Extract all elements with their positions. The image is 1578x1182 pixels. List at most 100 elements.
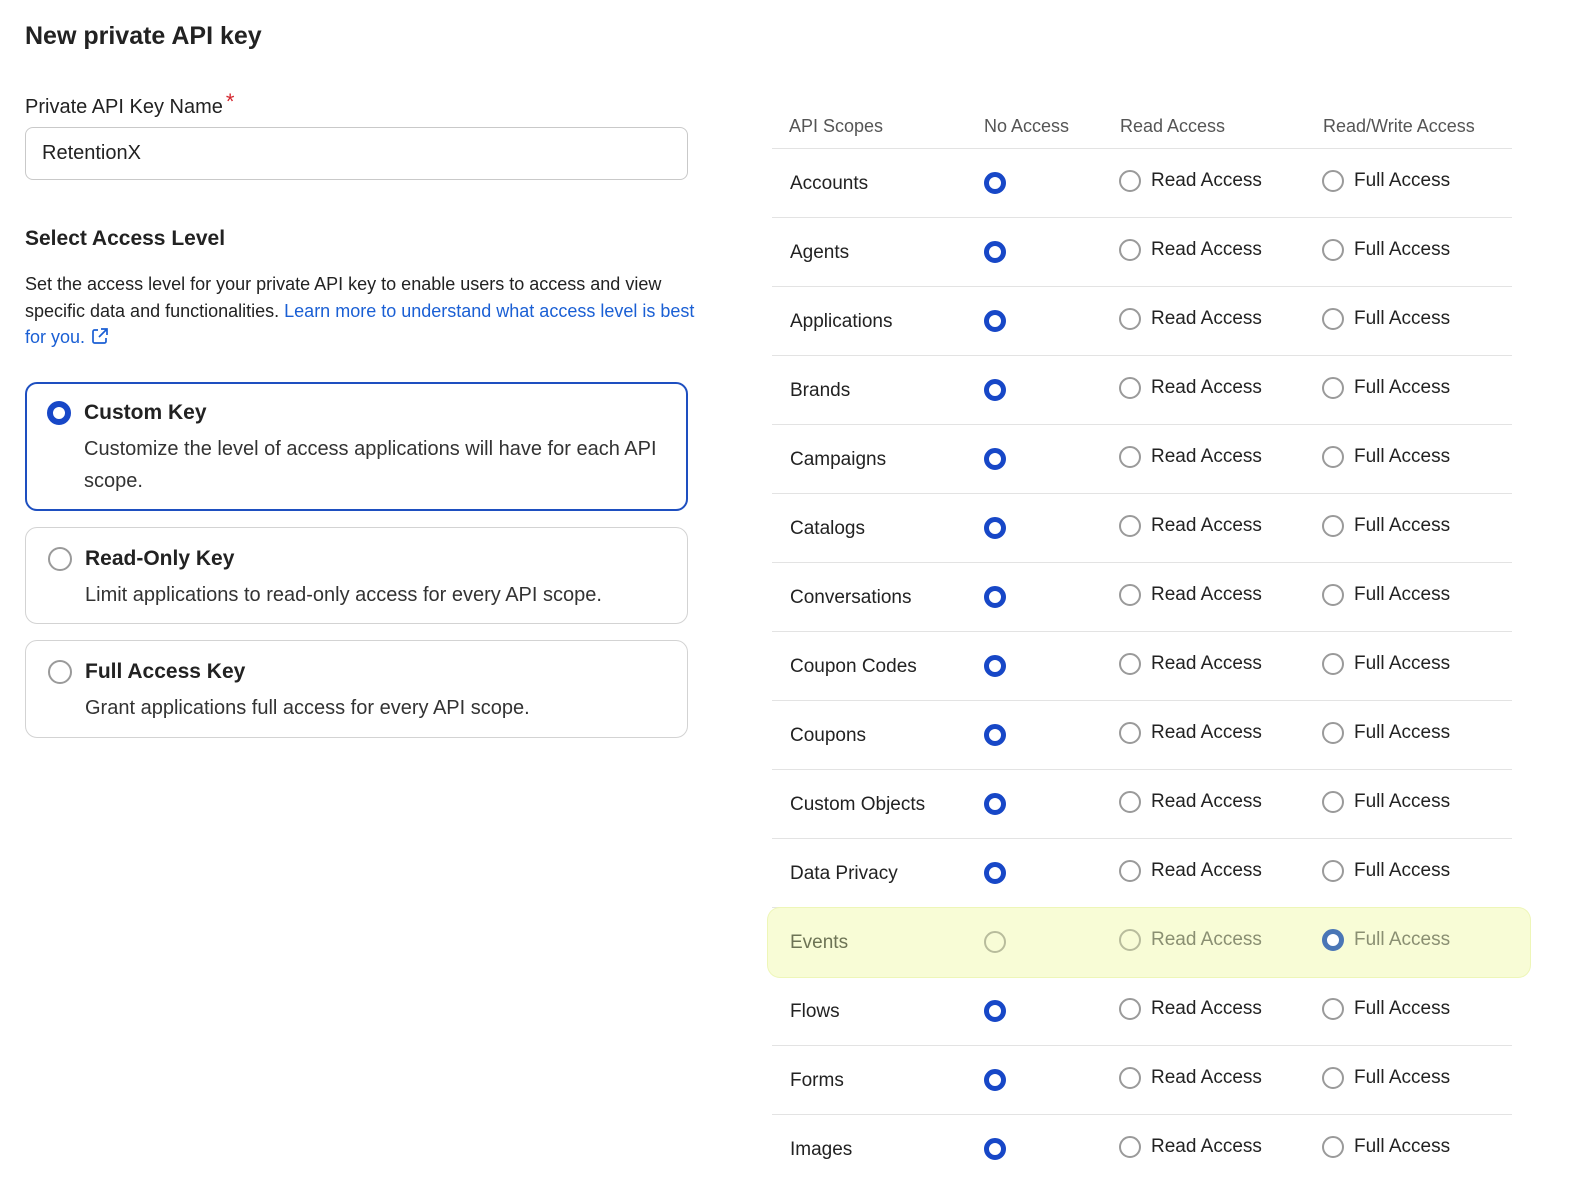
read-access-radio[interactable] [1119, 860, 1141, 882]
full-access-option[interactable]: Full Access [1322, 308, 1450, 330]
full-access-radio[interactable] [1322, 929, 1344, 951]
full-access-option[interactable]: Full Access [1322, 446, 1450, 468]
no-access-radio[interactable] [984, 448, 1006, 470]
read-access-option[interactable]: Read Access [1119, 1136, 1262, 1158]
read-access-option[interactable]: Read Access [1119, 1067, 1262, 1089]
no-access-option[interactable] [984, 310, 1006, 338]
read-access-option[interactable]: Read Access [1119, 860, 1262, 882]
no-access-radio[interactable] [984, 793, 1006, 815]
full-access-option[interactable]: Full Access [1322, 791, 1450, 813]
no-access-option[interactable] [984, 517, 1006, 545]
api-key-name-input[interactable] [25, 127, 688, 180]
no-access-radio[interactable] [984, 379, 1006, 401]
no-access-option[interactable] [984, 241, 1006, 269]
no-access-radio[interactable] [984, 655, 1006, 677]
full-access-option[interactable]: Full Access [1322, 929, 1450, 951]
read-access-radio[interactable] [1119, 239, 1141, 261]
full-access-option[interactable]: Full Access [1322, 998, 1450, 1020]
no-access-radio[interactable] [984, 1138, 1006, 1160]
full-access-option[interactable]: Full Access [1322, 584, 1450, 606]
read-access-option[interactable]: Read Access [1119, 515, 1262, 537]
full-access-option[interactable]: Full Access [1322, 239, 1450, 261]
key-option-card[interactable]: Custom Key Customize the level of access … [25, 382, 688, 511]
key-option-card[interactable]: Full Access Key Grant applications full a… [25, 640, 688, 738]
full-access-radio[interactable] [1322, 653, 1344, 675]
no-access-radio[interactable] [984, 1000, 1006, 1022]
read-access-radio[interactable] [1119, 377, 1141, 399]
full-access-option[interactable]: Full Access [1322, 722, 1450, 744]
key-option-radio[interactable] [47, 401, 71, 425]
no-access-option[interactable] [984, 1069, 1006, 1097]
no-access-option[interactable] [984, 586, 1006, 614]
full-access-radio[interactable] [1322, 515, 1344, 537]
no-access-radio[interactable] [984, 862, 1006, 884]
full-access-radio[interactable] [1322, 377, 1344, 399]
full-access-radio[interactable] [1322, 1067, 1344, 1089]
no-access-radio[interactable] [984, 1069, 1006, 1091]
read-access-option[interactable]: Read Access [1119, 377, 1262, 399]
read-access-radio[interactable] [1119, 929, 1141, 951]
read-access-radio[interactable] [1119, 653, 1141, 675]
read-access-option[interactable]: Read Access [1119, 998, 1262, 1020]
read-access-radio[interactable] [1119, 170, 1141, 192]
read-access-radio[interactable] [1119, 998, 1141, 1020]
read-access-option[interactable]: Read Access [1119, 722, 1262, 744]
no-access-option[interactable] [984, 655, 1006, 683]
full-access-radio[interactable] [1322, 860, 1344, 882]
read-access-option[interactable]: Read Access [1119, 653, 1262, 675]
no-access-radio[interactable] [984, 172, 1006, 194]
no-access-option[interactable] [984, 793, 1006, 821]
read-access-radio[interactable] [1119, 791, 1141, 813]
read-access-radio[interactable] [1119, 446, 1141, 468]
full-access-option[interactable]: Full Access [1322, 515, 1450, 537]
key-option-radio[interactable] [48, 547, 72, 571]
full-access-option[interactable]: Full Access [1322, 170, 1450, 192]
read-access-option[interactable]: Read Access [1119, 446, 1262, 468]
read-access-option[interactable]: Read Access [1119, 584, 1262, 606]
no-access-radio[interactable] [984, 586, 1006, 608]
no-access-option[interactable] [984, 862, 1006, 890]
full-access-label: Full Access [1354, 239, 1451, 260]
no-access-radio[interactable] [984, 241, 1006, 263]
read-access-radio[interactable] [1119, 584, 1141, 606]
no-access-radio[interactable] [984, 517, 1006, 539]
full-access-option[interactable]: Full Access [1322, 1136, 1450, 1158]
no-access-option[interactable] [984, 931, 1006, 959]
full-access-option[interactable]: Full Access [1322, 1067, 1450, 1089]
full-access-radio[interactable] [1322, 998, 1344, 1020]
key-option-radio[interactable] [48, 660, 72, 684]
no-access-option[interactable] [984, 172, 1006, 200]
full-access-radio[interactable] [1322, 791, 1344, 813]
no-access-radio[interactable] [984, 310, 1006, 332]
read-access-option[interactable]: Read Access [1119, 170, 1262, 192]
no-access-option[interactable] [984, 379, 1006, 407]
full-access-radio[interactable] [1322, 1136, 1344, 1158]
no-access-radio[interactable] [984, 931, 1006, 953]
full-access-option[interactable]: Full Access [1322, 377, 1450, 399]
read-access-radio[interactable] [1119, 1067, 1141, 1089]
read-access-option[interactable]: Read Access [1119, 929, 1262, 951]
full-access-option[interactable]: Full Access [1322, 860, 1450, 882]
full-access-radio[interactable] [1322, 239, 1344, 261]
full-access-radio[interactable] [1322, 446, 1344, 468]
no-access-option[interactable] [984, 724, 1006, 752]
read-access-option[interactable]: Read Access [1119, 791, 1262, 813]
full-access-radio[interactable] [1322, 308, 1344, 330]
read-access-radio[interactable] [1119, 515, 1141, 537]
no-access-option[interactable] [984, 1138, 1006, 1166]
read-access-radio[interactable] [1119, 722, 1141, 744]
full-access-label: Full Access [1354, 722, 1451, 743]
read-access-option[interactable]: Read Access [1119, 239, 1262, 261]
full-access-radio[interactable] [1322, 584, 1344, 606]
no-access-option[interactable] [984, 448, 1006, 476]
no-access-option[interactable] [984, 1000, 1006, 1028]
key-option-card[interactable]: Read-Only Key Limit applications to read-… [25, 527, 688, 624]
full-access-radio[interactable] [1322, 722, 1344, 744]
full-access-radio[interactable] [1322, 170, 1344, 192]
full-access-option[interactable]: Full Access [1322, 653, 1450, 675]
read-access-option[interactable]: Read Access [1119, 308, 1262, 330]
read-access-label: Read Access [1151, 446, 1262, 467]
read-access-radio[interactable] [1119, 1136, 1141, 1158]
no-access-radio[interactable] [984, 724, 1006, 746]
read-access-radio[interactable] [1119, 308, 1141, 330]
